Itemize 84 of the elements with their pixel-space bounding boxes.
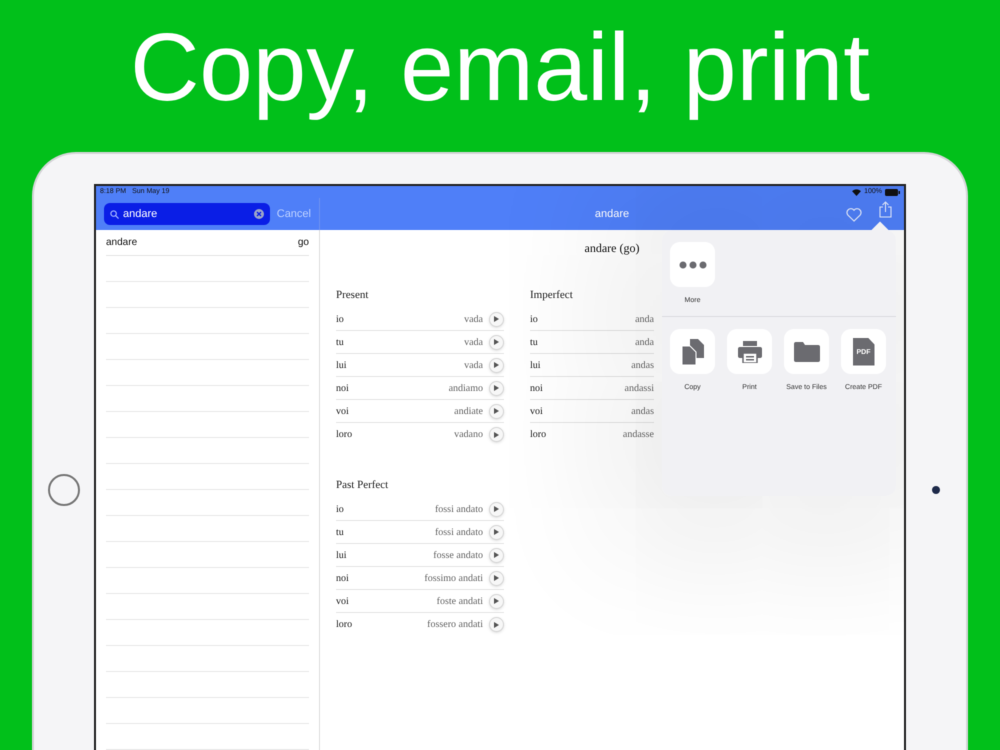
tense-heading: Past Perfect (336, 478, 390, 493)
play-icon (494, 529, 499, 535)
pronoun-text: loro (336, 428, 352, 442)
play-icon (494, 575, 499, 581)
play-icon (494, 598, 499, 604)
play-icon (494, 432, 499, 438)
pronoun-text: tu (530, 336, 538, 350)
play-button[interactable] (489, 404, 504, 418)
pronoun-text: lui (336, 548, 347, 562)
home-button[interactable] (48, 474, 80, 506)
play-button[interactable] (489, 548, 504, 562)
conjugation-text: fosse andato (433, 548, 483, 562)
share-action-button[interactable] (784, 329, 829, 374)
conjugation-text: andassi (624, 382, 654, 396)
play-icon (494, 316, 499, 322)
verb-title: andare (go) (584, 240, 640, 257)
play-icon (494, 339, 499, 345)
pronoun-text: voi (336, 594, 349, 608)
pronoun-text: noi (530, 382, 543, 396)
play-button[interactable] (489, 502, 504, 516)
pronoun-text: voi (336, 404, 349, 418)
clear-icon[interactable] (254, 209, 264, 219)
tense-heading: Imperfect (530, 288, 574, 303)
search-field[interactable]: andare (104, 203, 270, 225)
conjugation-text: anda (635, 312, 654, 326)
share-action-button[interactable] (727, 329, 772, 374)
conjugation-text: vada (464, 358, 483, 372)
result-row[interactable]: andare go (106, 230, 309, 256)
play-button[interactable] (489, 380, 504, 396)
conjugation-text: andiamo (448, 382, 483, 396)
pronoun-text: lui (336, 358, 347, 372)
result-word: andare (106, 236, 138, 250)
pronoun-text: lui (530, 358, 541, 372)
pronoun-text: noi (336, 572, 349, 586)
play-button[interactable] (489, 594, 504, 608)
conjugation-text: andas (631, 358, 654, 372)
documents-icon (682, 338, 704, 364)
play-icon (494, 408, 499, 414)
conjugation-text: vada (464, 336, 483, 350)
folder-icon (794, 342, 820, 362)
pronoun-text: io (336, 502, 344, 516)
play-icon (494, 385, 499, 391)
pronoun-text: voi (530, 404, 543, 418)
play-button[interactable] (489, 358, 504, 372)
play-icon (494, 552, 499, 558)
result-translation: go (298, 236, 309, 250)
conjugation-text: vada (464, 312, 483, 326)
play-button[interactable] (489, 312, 504, 326)
play-button[interactable] (489, 570, 504, 586)
conjugation-text: andiate (454, 404, 483, 418)
tense-heading: Present (336, 288, 370, 303)
play-icon (494, 506, 499, 512)
pronoun-text: tu (336, 336, 344, 350)
print-icon (738, 340, 762, 362)
conjugation-text: fossi andato (434, 502, 483, 516)
conjugation-text: vadano (454, 428, 483, 442)
wifi-icon (852, 188, 862, 196)
nav-title: andare (594, 206, 630, 222)
share-action-button[interactable] (670, 329, 715, 374)
conjugation-text: anda (635, 336, 654, 350)
play-button[interactable] (489, 617, 504, 632)
battery-icon (885, 188, 900, 196)
play-icon (494, 362, 499, 368)
heart-icon[interactable] (846, 208, 862, 222)
pronoun-text: loro (336, 618, 352, 632)
conjugation-text: andas (631, 404, 654, 418)
conjugation-text: fossimo andati (424, 572, 483, 586)
pronoun-text: io (336, 312, 344, 326)
pronoun-text: loro (530, 428, 546, 442)
conjugation-text: andasse (622, 428, 654, 442)
conjugation-text: fossero andati (427, 618, 483, 632)
pronoun-text: io (530, 312, 538, 326)
share-icon[interactable] (879, 201, 892, 218)
play-button[interactable] (489, 524, 504, 540)
pronoun-text: tu (336, 526, 344, 540)
pronoun-text: noi (336, 382, 349, 396)
conjugation-text: fossi andato (434, 526, 483, 540)
conjugation-text: foste andati (436, 594, 483, 608)
play-button[interactable] (489, 334, 504, 350)
more-icon (678, 260, 706, 268)
share-action-button[interactable] (670, 242, 715, 287)
search-icon (110, 210, 119, 218)
play-button[interactable] (489, 427, 504, 442)
play-icon (494, 622, 499, 628)
